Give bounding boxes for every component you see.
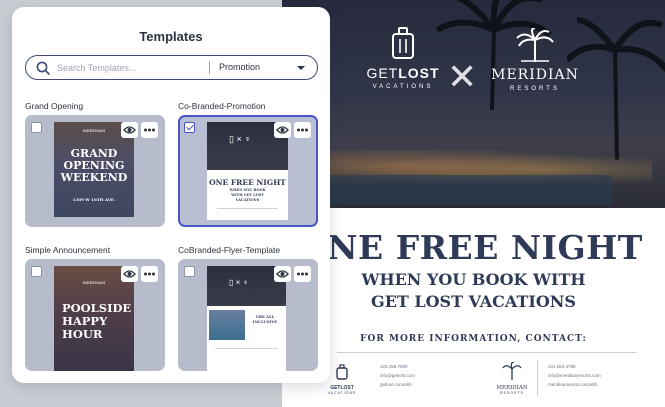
template-label-co-branded-promotion: Co-Branded-Promotion bbox=[178, 101, 266, 111]
footer-meridian-logo: MERIDIAN RESORTS bbox=[487, 361, 537, 395]
preview-button[interactable] bbox=[121, 266, 138, 282]
thumbnail-logos: ▯ × ♆ bbox=[229, 134, 251, 144]
flyer-subheadline-1: WHEN YOU BOOK WITH bbox=[361, 270, 586, 289]
search-input[interactable] bbox=[57, 60, 207, 75]
footer-brand-left-sub: VACATIONS bbox=[327, 391, 357, 395]
template-checkbox[interactable] bbox=[31, 266, 42, 277]
suitcase-icon bbox=[336, 364, 348, 380]
meridian-brand: MERIDIAN RESORTS bbox=[484, 27, 586, 92]
eye-icon bbox=[276, 270, 289, 278]
template-card-cobranded-flyer-template[interactable]: ▯ × ♆ THE ALL INCLUSIVE bbox=[178, 259, 318, 371]
template-card-co-branded-promotion[interactable]: ▯ × ♆ ONE FREE NIGHT WHEN YOU BOOK WITH … bbox=[178, 115, 318, 227]
brand-sub: VACATIONS bbox=[372, 84, 434, 90]
more-options-button[interactable] bbox=[141, 266, 158, 282]
contact-right: 231.564.3798 info@meridianresorts.com me… bbox=[548, 362, 601, 389]
template-card-grand-opening[interactable]: MERIDIAN GRAND OPENING WEEKEND 1309 W 16… bbox=[25, 115, 165, 227]
template-label-grand-opening: Grand Opening bbox=[25, 101, 84, 111]
flyer-info-heading: FOR MORE INFORMATION, CONTACT: bbox=[360, 334, 587, 344]
more-horizontal-icon bbox=[144, 272, 155, 276]
contact-left: 123.456.7890 info@getlost.com getlost.co… bbox=[380, 362, 415, 389]
thumbnail-pool-photo bbox=[209, 310, 245, 340]
search-icon[interactable] bbox=[35, 60, 51, 76]
footer-brand-right-sub: RESORTS bbox=[500, 391, 524, 395]
divider bbox=[215, 348, 278, 349]
template-label-cobranded-flyer-template: CoBranded-Flyer-Template bbox=[178, 245, 281, 255]
template-card-simple-announcement[interactable]: MERIDIAN POOLSIDE HAPPY HOUR bbox=[25, 259, 165, 371]
getlost-brand: GETLOST VACATIONS bbox=[357, 26, 449, 90]
template-checkbox[interactable] bbox=[31, 122, 42, 133]
thumbnail-headline: POOLSIDE HAPPY HOUR bbox=[62, 301, 132, 341]
brand-name-meridian: MERIDIAN bbox=[491, 67, 579, 83]
flyer-headline: ONE FREE NIGHT bbox=[298, 228, 643, 267]
category-select-value: Promotion bbox=[219, 62, 261, 72]
brand-name-light: GET bbox=[366, 65, 399, 81]
thumbnail-logos: ▯ × ♆ bbox=[229, 278, 249, 287]
more-horizontal-icon bbox=[297, 128, 308, 132]
templates-panel: Templates Promotion Grand Opening MERIDI… bbox=[12, 7, 330, 383]
brand-name-bold: LOST bbox=[398, 65, 440, 81]
more-options-button[interactable] bbox=[294, 266, 311, 282]
preview-button[interactable] bbox=[274, 266, 291, 282]
contact-email: info@getlost.com bbox=[380, 373, 415, 378]
search-bar: Promotion bbox=[25, 55, 318, 80]
preview-button[interactable] bbox=[121, 122, 138, 138]
template-label-simple-announcement: Simple Announcement bbox=[25, 245, 111, 255]
divider bbox=[337, 352, 637, 353]
contact-phone: 123.456.7890 bbox=[380, 364, 408, 369]
cobrand-x: ✕ bbox=[447, 56, 478, 97]
contact-phone: 231.564.3798 bbox=[548, 364, 576, 369]
contact-email: info@meridianresorts.com bbox=[548, 373, 601, 378]
pool bbox=[322, 175, 612, 205]
more-horizontal-icon bbox=[144, 128, 155, 132]
flyer-hero-photo: GETLOST VACATIONS ✕ MERIDIAN RESORTS bbox=[282, 0, 665, 208]
thumbnail-headline: GRAND OPENING WEEKEND bbox=[60, 147, 128, 184]
more-options-button[interactable] bbox=[294, 122, 311, 138]
thumbnail-headline: THE ALL INCLUSIVE bbox=[252, 314, 278, 324]
brand-sub-resorts: RESORTS bbox=[510, 86, 560, 92]
flyer-subheadline-2: GET LOST VACATIONS bbox=[371, 292, 576, 311]
category-select[interactable]: Promotion bbox=[219, 59, 313, 76]
flyer-preview: GETLOST VACATIONS ✕ MERIDIAN RESORTS ONE… bbox=[282, 0, 665, 407]
template-thumbnail: ▯ × ♆ THE ALL INCLUSIVE bbox=[207, 266, 286, 371]
template-checkbox[interactable] bbox=[184, 266, 195, 277]
divider bbox=[537, 360, 538, 396]
palm-logo-icon bbox=[516, 27, 554, 62]
panel-title: Templates bbox=[139, 29, 203, 44]
more-horizontal-icon bbox=[297, 272, 308, 276]
divider bbox=[217, 208, 278, 209]
contact-web: meridianresorts.com/ahh bbox=[548, 382, 598, 387]
contact-web: getlost.com/ahh bbox=[380, 382, 412, 387]
thumbnail-headline: ONE FREE NIGHT bbox=[209, 178, 286, 187]
palm-logo-icon bbox=[502, 361, 522, 380]
chevron-down-icon bbox=[297, 66, 305, 70]
thumbnail-detail: 1309 W 16TH AVE. bbox=[72, 197, 116, 202]
search-divider bbox=[209, 61, 210, 74]
template-checkbox[interactable] bbox=[184, 122, 195, 133]
preview-button[interactable] bbox=[274, 122, 291, 138]
more-options-button[interactable] bbox=[141, 122, 158, 138]
thumbnail-subline: WHEN YOU BOOK WITH GET LOST VACATIONS bbox=[229, 188, 266, 202]
eye-icon bbox=[123, 270, 136, 278]
flyer-headline-block: ONE FREE NIGHT WHEN YOU BOOK WITH GET LO… bbox=[282, 228, 665, 311]
eye-icon bbox=[123, 126, 136, 134]
suitcase-icon bbox=[392, 27, 414, 59]
eye-icon bbox=[276, 126, 289, 134]
